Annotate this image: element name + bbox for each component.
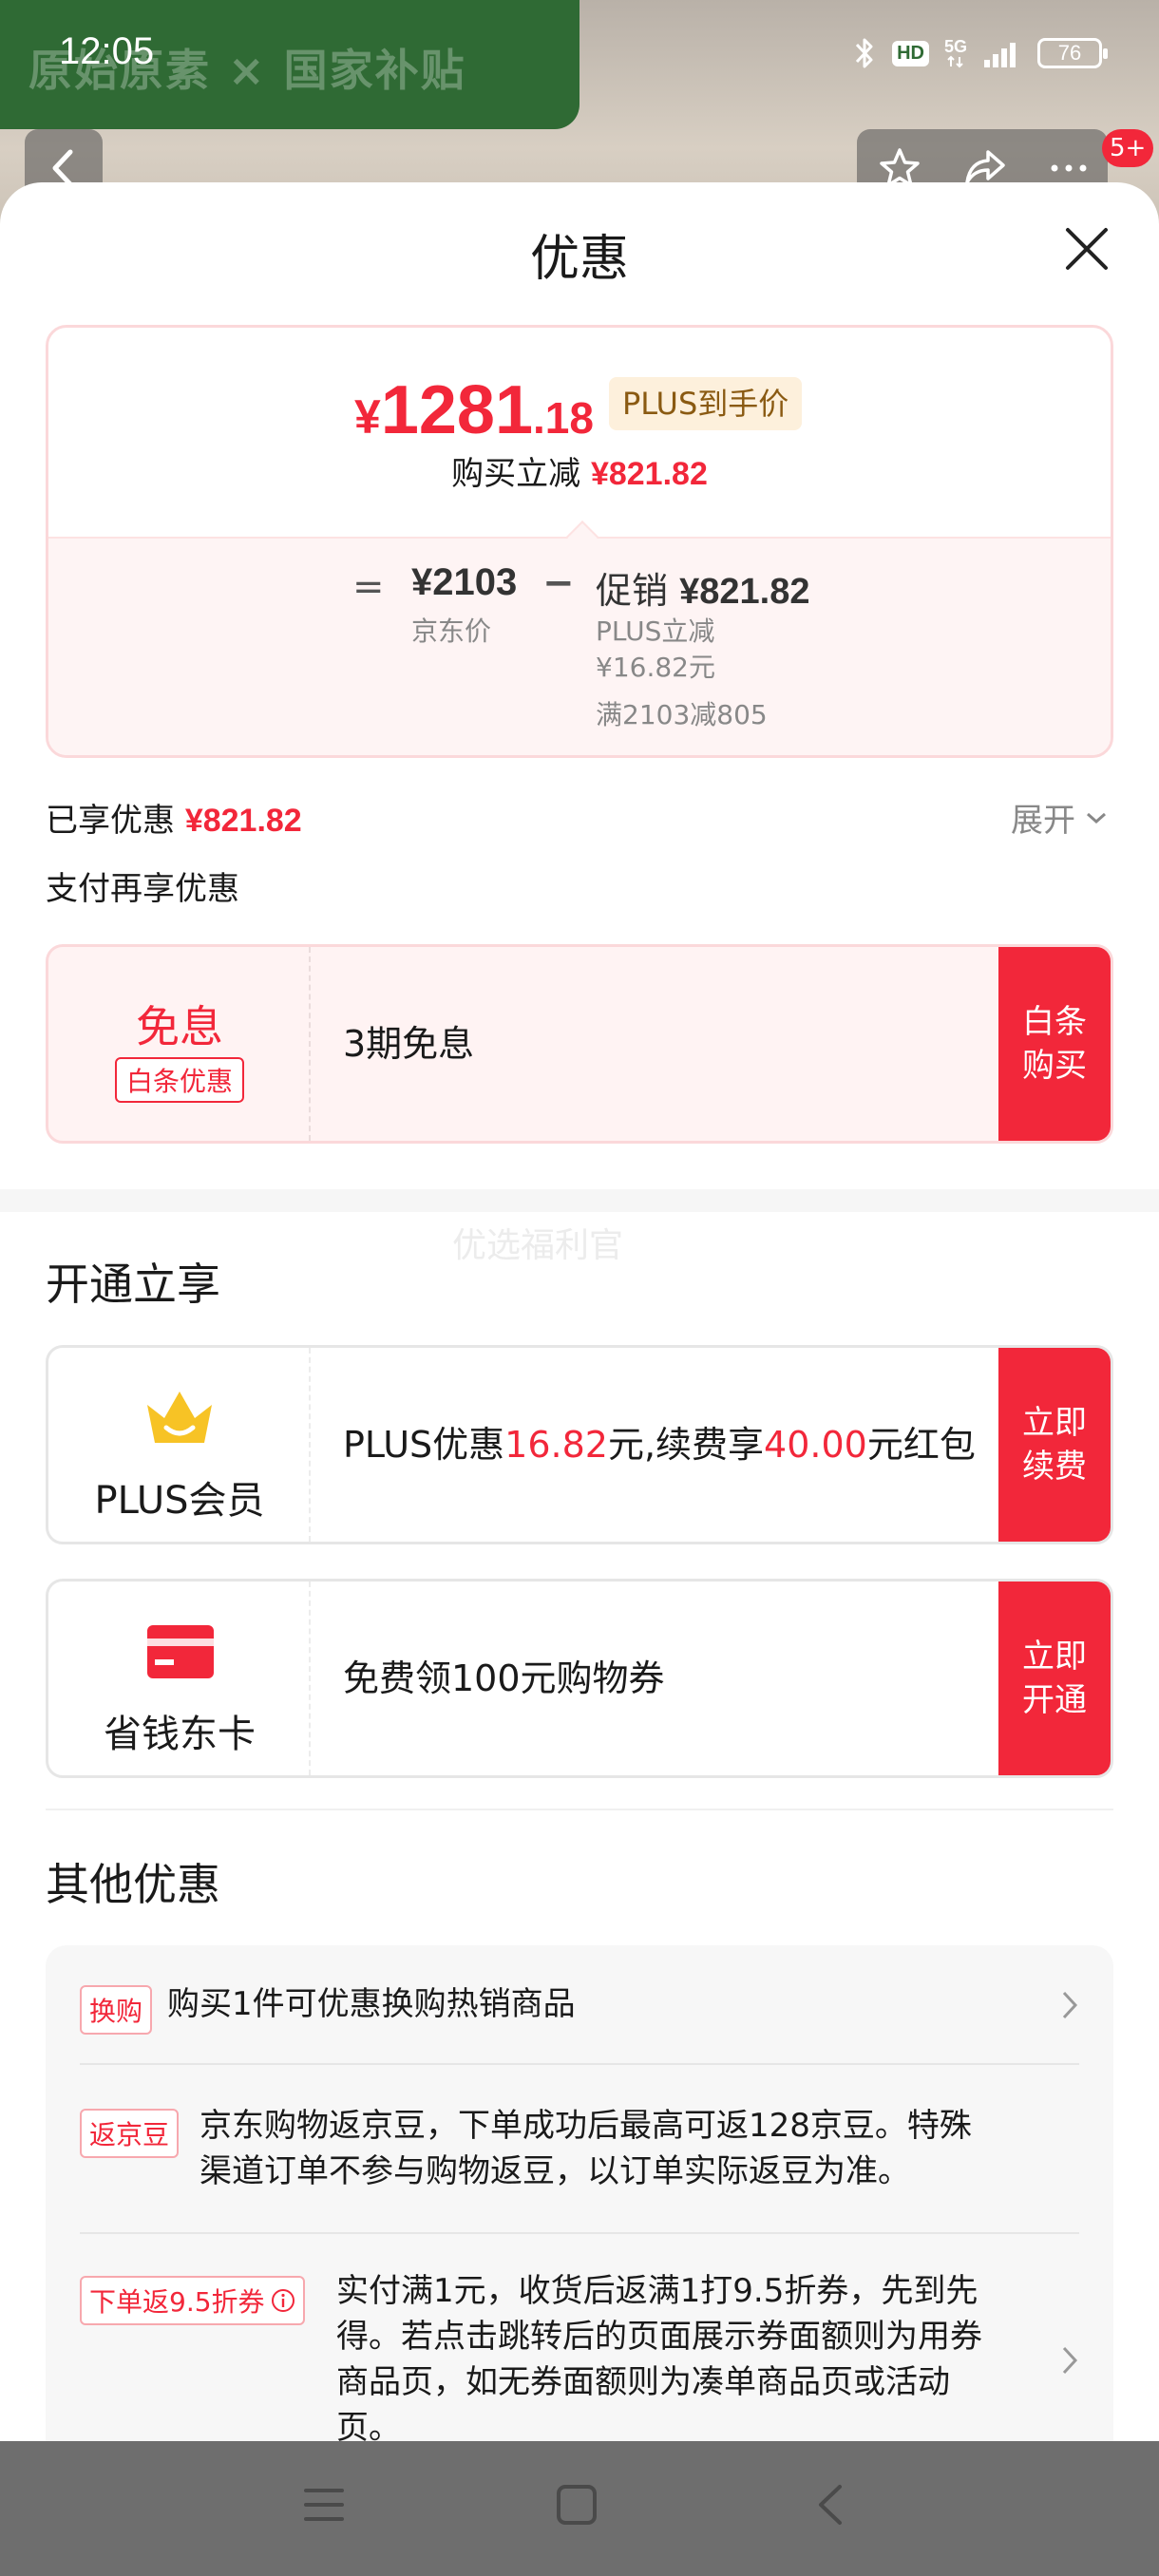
plus-desc-text: PLUS优惠16.82元,续费享40.00元红包 xyxy=(343,1421,976,1468)
promotion-total: 促销 ¥821.82 xyxy=(596,561,809,614)
pay-again-title: 支付再享优惠 xyxy=(46,870,239,908)
close-icon[interactable] xyxy=(1062,224,1112,274)
price-decimal: .18 xyxy=(532,393,594,443)
button-line: 白条 xyxy=(1022,1003,1087,1041)
status-icons: HD 5G 76 xyxy=(852,32,1108,74)
info-icon[interactable] xyxy=(271,2288,295,2313)
other-section-title: 其他优惠 xyxy=(46,1859,220,1910)
price-integer: 1281 xyxy=(380,372,533,448)
battery-icon: 76 xyxy=(1037,38,1108,68)
chevron-right-icon xyxy=(1062,1991,1078,2019)
open-now-button[interactable]: 立即 开通 xyxy=(998,1582,1111,1775)
instant-reduction: 购买立减 ¥821.82 xyxy=(48,447,1111,494)
button-line: 购买 xyxy=(1022,1047,1087,1085)
data-arrows-icon xyxy=(947,55,963,68)
desc-part: 元红包 xyxy=(866,1424,976,1466)
promotion-detail-threshold: 满2103减805 xyxy=(596,699,768,730)
trade-in-text: 购买1件可优惠换购热销商品 xyxy=(167,1985,576,2023)
plus-member-name: PLUS会员 xyxy=(94,1479,265,1523)
plus-member-card: PLUS会员 PLUS优惠16.82元,续费享40.00元红包 立即续费 xyxy=(46,1345,1113,1544)
enjoyed-discount: 已享优惠 ¥821.82 xyxy=(46,794,302,841)
enjoyed-label: 已享优惠 xyxy=(46,802,175,840)
saving-card-desc: 免费领100元购物券 xyxy=(343,1657,665,1699)
home-icon[interactable] xyxy=(555,2483,598,2527)
red-card-icon xyxy=(147,1625,214,1678)
signal-icon xyxy=(984,43,1016,67)
chevron-right-icon xyxy=(1062,2346,1078,2375)
jd-beans-tag: 返京豆 xyxy=(80,2109,180,2158)
list-item-trade-in[interactable]: 换购 购买1件可优惠换购热销商品 xyxy=(80,1945,1079,2065)
desc-part: PLUS优惠 xyxy=(343,1424,505,1466)
jd-beans-text-line: 京东购物返京豆，下单成功后最高可返128京豆。特殊 xyxy=(200,2107,972,2145)
button-line: 立即 xyxy=(1022,1638,1087,1676)
jd-price: ¥2103 xyxy=(411,561,518,603)
baitiao-buy-button[interactable]: 白条 购买 xyxy=(998,947,1111,1141)
renew-now-button[interactable]: 立即 续费 xyxy=(998,1348,1111,1542)
minus-sign: − xyxy=(542,561,575,605)
installment-desc: 3期免息 xyxy=(343,1023,475,1065)
desc-number: 40.00 xyxy=(764,1424,867,1466)
trade-in-tag: 换购 xyxy=(80,1985,153,2035)
saving-card: 省钱东卡 免费领100元购物券 立即开通 xyxy=(46,1579,1113,1778)
hd-icon: HD xyxy=(892,40,929,66)
coupon-return-text-line: 商品页，如无券面额则为凑单商品页或活动 xyxy=(336,2363,950,2401)
button-line: 立即 xyxy=(1022,1404,1087,1442)
coupon-return-text-line: 得。若点击跳转后的页面展示券面额则为用券 xyxy=(336,2318,982,2356)
button-line: 开通 xyxy=(1022,1681,1087,1719)
enjoyed-value: ¥821.82 xyxy=(184,803,302,839)
installment-left: 免息 白条优惠 xyxy=(48,947,311,1141)
open-now-label: 立即 开通 xyxy=(1022,1635,1087,1722)
price-breakdown-card: ¥ 1281 .18 PLUS到手价 购买立减 ¥821.82 = ¥2103 … xyxy=(46,325,1113,758)
baitiao-tag: 白条优惠 xyxy=(115,1057,245,1103)
final-price: ¥ 1281 .18 xyxy=(354,371,594,449)
plus-desc: PLUS优惠16.82元,续费享40.00元红包 xyxy=(343,1348,989,1542)
interest-free-title: 免息 xyxy=(136,1001,223,1052)
bluetooth-icon xyxy=(855,38,873,68)
plus-left: PLUS会员 xyxy=(48,1348,311,1542)
price-breakdown-area xyxy=(48,537,1111,755)
section-divider xyxy=(0,1189,1159,1212)
watermark-text: 优选福利官 xyxy=(452,1226,624,1265)
installment-offer-card: 免息 白条优惠 3期免息 白条购买 xyxy=(46,944,1113,1144)
coupon-return-tag-label: 下单返9.5折券 xyxy=(89,2286,265,2318)
network-indicator: 5G xyxy=(944,38,967,68)
equals-sign: = xyxy=(352,565,385,609)
system-navigation-bar xyxy=(0,2441,1159,2576)
expand-button[interactable]: 展开 xyxy=(1011,794,1108,841)
list-item-jd-beans: 返京豆 京东购物返京豆，下单成功后最高可返128京豆。特殊 渠道订单不参与购物返… xyxy=(80,2065,1079,2234)
renew-now-label: 立即 续费 xyxy=(1022,1401,1087,1488)
expand-label: 展开 xyxy=(1011,802,1075,840)
baitiao-buy-label: 白条 购买 xyxy=(1022,1000,1087,1088)
coupon-return-tag: 下单返9.5折券 xyxy=(80,2276,305,2325)
desc-part: 元,续费享 xyxy=(607,1424,765,1466)
promotion-value: ¥821.82 xyxy=(679,572,810,612)
back-nav-icon[interactable] xyxy=(809,2483,853,2527)
chevron-down-icon xyxy=(1087,812,1106,824)
price-currency: ¥ xyxy=(354,390,381,444)
plus-price-tag: PLUS到手价 xyxy=(609,377,803,430)
jd-price-label: 京东价 xyxy=(411,616,492,647)
promotion-label: 促销 xyxy=(596,570,669,612)
saving-card-left: 省钱东卡 xyxy=(48,1582,311,1775)
coupon-return-text-line: 实付满1元，收货后返满1打9.5折券，先到先 xyxy=(336,2272,978,2310)
menu-icon[interactable] xyxy=(302,2483,346,2527)
promotion-detail-plus-amount: ¥16.82元 xyxy=(596,652,715,683)
status-time: 12:05 xyxy=(59,30,155,72)
jd-beans-text-line: 渠道订单不参与购物返豆，以订单实际返豆为准。 xyxy=(200,2152,910,2190)
notification-badge: 5+ xyxy=(1102,129,1154,167)
promotion-detail-plus: PLUS立减 xyxy=(596,616,715,647)
saving-card-name: 省钱东卡 xyxy=(104,1713,256,1756)
reduction-label: 购买立减 xyxy=(451,455,581,493)
desc-number: 16.82 xyxy=(504,1424,608,1466)
other-offers-list: 换购 购买1件可优惠换购热销商品 返京豆 京东购物返京豆，下单成功后最高可返12… xyxy=(46,1945,1113,2515)
divider xyxy=(46,1809,1113,1810)
open-section-title: 开通立享 xyxy=(46,1259,220,1310)
button-line: 续费 xyxy=(1022,1448,1087,1486)
sheet-title: 优惠 xyxy=(529,231,629,288)
reduction-value: ¥821.82 xyxy=(590,456,708,492)
crown-icon xyxy=(147,1392,212,1443)
network-type: 5G xyxy=(943,37,967,56)
